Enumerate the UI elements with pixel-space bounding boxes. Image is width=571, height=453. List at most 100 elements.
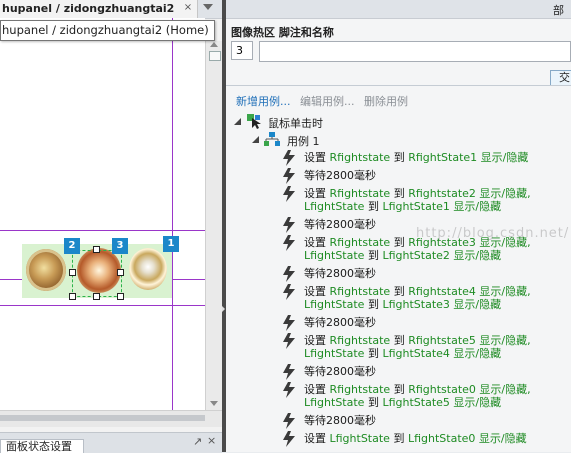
resize-handle[interactable] <box>93 246 100 253</box>
action-target: LfightState <box>304 298 365 311</box>
footnote-badge[interactable]: 3 <box>112 238 128 254</box>
action-step-text: 设置 Rfightstate 到 Rfightstate0 显示/隐藏, <box>304 383 531 396</box>
action-keyword: 到 <box>364 200 383 213</box>
guide-line-vertical <box>172 18 173 410</box>
action-step-text: LfightState 到 LfightState4 显示/隐藏 <box>304 347 501 360</box>
scroll-down-icon[interactable] <box>210 401 218 406</box>
resize-handle[interactable] <box>69 293 76 300</box>
action-target: Rfightstate <box>329 334 391 347</box>
action-target: RfightState1 显示/隐藏 <box>408 151 529 164</box>
action-step[interactable]: 等待2800毫秒 <box>282 364 567 381</box>
lightning-icon <box>283 413 295 429</box>
action-step-text: 等待2800毫秒 <box>304 414 376 427</box>
resize-handle[interactable] <box>93 293 100 300</box>
action-step-text: 等待2800毫秒 <box>304 169 376 182</box>
case-row[interactable]: 用例 1 <box>250 132 450 148</box>
action-step[interactable]: 设置 Rfightstate 到 RfightState1 显示/隐藏 <box>282 150 567 167</box>
scroll-thumb[interactable] <box>209 51 221 61</box>
action-target: LfightState2 显示/隐藏 <box>382 249 502 262</box>
delete-case-link[interactable]: 删除用例 <box>364 95 408 108</box>
action-keyword: 等待2800毫秒 <box>304 365 376 378</box>
action-target: Rfightstate <box>329 236 391 249</box>
action-step-text: 等待2800毫秒 <box>304 365 376 378</box>
action-keyword: 设置 <box>304 285 330 298</box>
action-step-text: LfightState 到 LfightState5 显示/隐藏 <box>304 396 501 409</box>
action-keyword: 设置 <box>304 334 330 347</box>
action-step-text: 等待2800毫秒 <box>304 267 376 280</box>
action-step[interactable]: 设置 Rfightstate 到 Rfightstate5 显示/隐藏, Lfig… <box>282 333 567 363</box>
document-tab-title: hupanel / zidongzhuangtai2 <box>2 2 175 15</box>
properties-pane: 部 图像热区 脚注和名称 交 新增用例... 编辑用例... 删除用例 鼠标单击… <box>226 0 571 452</box>
action-keyword: 到 <box>364 347 383 360</box>
name-field[interactable] <box>259 41 571 62</box>
collapse-triangle-icon[interactable] <box>234 118 242 126</box>
action-target: LfightState <box>304 200 365 213</box>
horizontal-scrollbar[interactable] <box>0 410 222 427</box>
action-step[interactable]: 等待2800毫秒 <box>282 315 567 332</box>
edit-case-link[interactable]: 编辑用例... <box>300 95 355 108</box>
selection-box[interactable] <box>72 250 122 297</box>
lightning-icon <box>283 333 295 349</box>
action-step[interactable]: 设置 Rfightstate 到 Rfightstate3 显示/隐藏, Lfig… <box>282 235 567 265</box>
resize-handle[interactable] <box>69 269 76 276</box>
resize-handle[interactable] <box>117 293 124 300</box>
guide-line-horizontal <box>0 230 205 231</box>
action-keyword: 设置 <box>304 187 330 200</box>
action-step[interactable]: 设置 Rfightstate 到 Rfightstate0 显示/隐藏, Lfig… <box>282 382 567 412</box>
action-keyword: 到 <box>390 383 409 396</box>
action-step[interactable]: 等待2800毫秒 <box>282 266 567 283</box>
action-step[interactable]: 等待2800毫秒 <box>282 168 567 185</box>
document-tab[interactable]: hupanel / zidongzhuangtai2 <box>0 0 198 18</box>
canvas-pane: hupanel / zidongzhuangtai2 × 2 3 1 hupan… <box>0 0 223 453</box>
action-target: Rfightstate2 显示/隐藏, <box>408 187 531 200</box>
action-target: Rfightstate5 显示/隐藏, <box>408 334 531 347</box>
action-keyword: 到 <box>364 249 383 262</box>
design-canvas[interactable]: 2 3 1 <box>0 18 205 410</box>
vertical-scrollbar[interactable] <box>205 41 223 410</box>
case-label: 用例 1 <box>287 135 320 148</box>
action-step[interactable]: 等待2800毫秒 <box>282 217 567 234</box>
footnote-badge[interactable]: 2 <box>64 238 80 254</box>
action-keyword: 到 <box>390 151 409 164</box>
lightning-icon <box>283 168 295 184</box>
action-keyword: 等待2800毫秒 <box>304 267 376 280</box>
action-step[interactable]: 设置 Rfightstate 到 Rfightstate2 显示/隐藏, Lfig… <box>282 186 567 216</box>
action-keyword: 等待2800毫秒 <box>304 218 376 231</box>
tab-panel-state[interactable]: 面板状态设置 <box>0 439 84 453</box>
action-keyword: 到 <box>364 298 383 311</box>
action-target: LfightState5 显示/隐藏 <box>382 396 502 409</box>
collapse-triangle-icon[interactable] <box>252 136 260 144</box>
action-step[interactable]: 设置 Rfightstate 到 Rfightstate4 显示/隐藏, Lfig… <box>282 284 567 314</box>
action-target: Rfightstate4 显示/隐藏, <box>408 285 531 298</box>
footnote-badge[interactable]: 1 <box>163 236 179 252</box>
action-keyword: 到 <box>364 396 383 409</box>
action-step[interactable]: 设置 LfightState 到 LfightState0 显示/隐藏 <box>282 431 567 448</box>
chevron-right-icon[interactable] <box>222 306 225 312</box>
chevron-down-icon[interactable] <box>203 4 213 10</box>
action-keyword: 等待2800毫秒 <box>304 316 376 329</box>
action-step-text: 设置 Rfightstate 到 Rfightstate3 显示/隐藏, <box>304 236 531 249</box>
action-step[interactable]: 等待2800毫秒 <box>282 413 567 430</box>
bottom-panel-header: 面板状态设置 ↗ × <box>0 432 222 453</box>
resize-handle[interactable] <box>117 269 124 276</box>
tab-interactions[interactable]: 交 <box>550 70 571 86</box>
lightning-icon <box>283 364 295 380</box>
close-icon[interactable]: × <box>182 2 194 14</box>
action-target: LfightState3 显示/隐藏 <box>382 298 502 311</box>
action-step-text: 设置 LfightState 到 LfightState0 显示/隐藏 <box>304 432 527 445</box>
panel-title: 部 <box>553 4 564 17</box>
event-row[interactable]: 鼠标单击时 <box>232 114 432 130</box>
coin-image-right[interactable] <box>129 248 167 290</box>
add-case-link[interactable]: 新增用例... <box>236 95 291 108</box>
action-target: LfightState4 显示/隐藏 <box>382 347 502 360</box>
footnote-field[interactable] <box>231 41 253 60</box>
expand-icon[interactable]: ↗ <box>193 435 202 448</box>
coin-image-left[interactable] <box>26 249 66 291</box>
scroll-up-icon[interactable] <box>210 42 218 47</box>
action-keyword: 等待2800毫秒 <box>304 414 376 427</box>
guide-line-horizontal <box>0 305 205 306</box>
close-icon[interactable]: × <box>207 434 216 447</box>
scroll-thumb[interactable] <box>0 415 205 421</box>
panel-header: 部 <box>226 0 571 19</box>
action-step-text: LfightState 到 LfightState2 显示/隐藏 <box>304 249 501 262</box>
